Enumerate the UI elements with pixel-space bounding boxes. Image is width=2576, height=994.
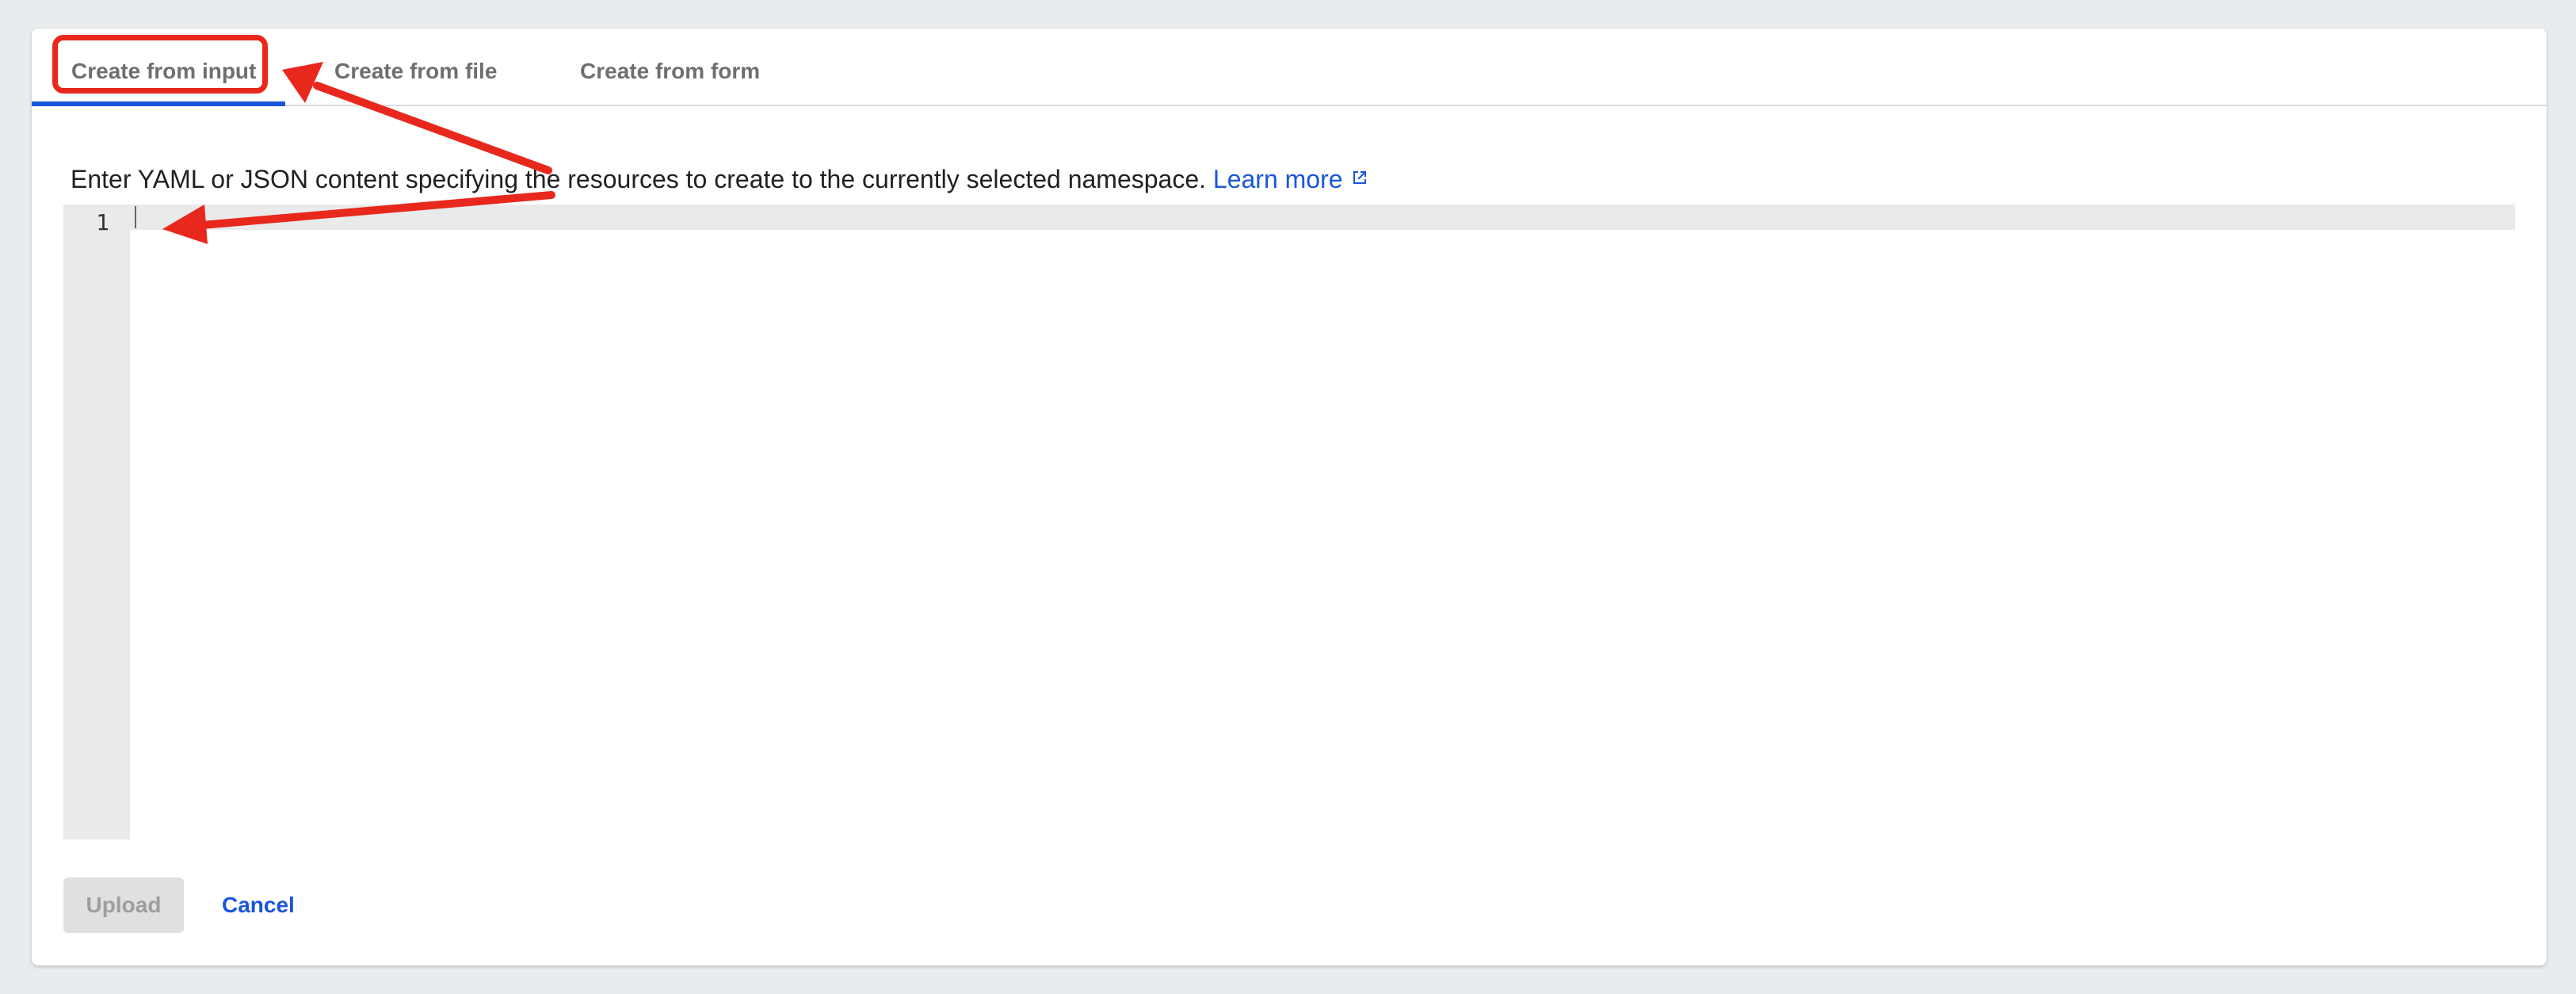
tab-bar: Create from input Create from file Creat… [32, 29, 2547, 106]
tab-create-from-file[interactable]: Create from file [334, 49, 497, 94]
yaml-input-area[interactable] [130, 205, 2515, 839]
learn-more-label: Learn more [1212, 165, 1343, 193]
active-tab-indicator [32, 101, 285, 106]
line-number: 1 [96, 209, 109, 235]
yaml-editor: 1 [63, 205, 2515, 839]
tab-create-from-form[interactable]: Create from form [580, 49, 760, 94]
create-resource-card: Create from input Create from file Creat… [32, 29, 2547, 965]
annotation-highlight-box [52, 35, 268, 94]
learn-more-link[interactable]: Learn more [1213, 165, 1368, 193]
upload-button[interactable]: Upload [63, 877, 184, 933]
description-text: Enter YAML or JSON content specifying th… [71, 157, 1368, 201]
cancel-button[interactable]: Cancel [222, 877, 295, 933]
line-number-gutter: 1 [63, 205, 130, 839]
external-link-icon [1353, 171, 1366, 184]
description-body: Enter YAML or JSON content specifying th… [71, 165, 1207, 193]
